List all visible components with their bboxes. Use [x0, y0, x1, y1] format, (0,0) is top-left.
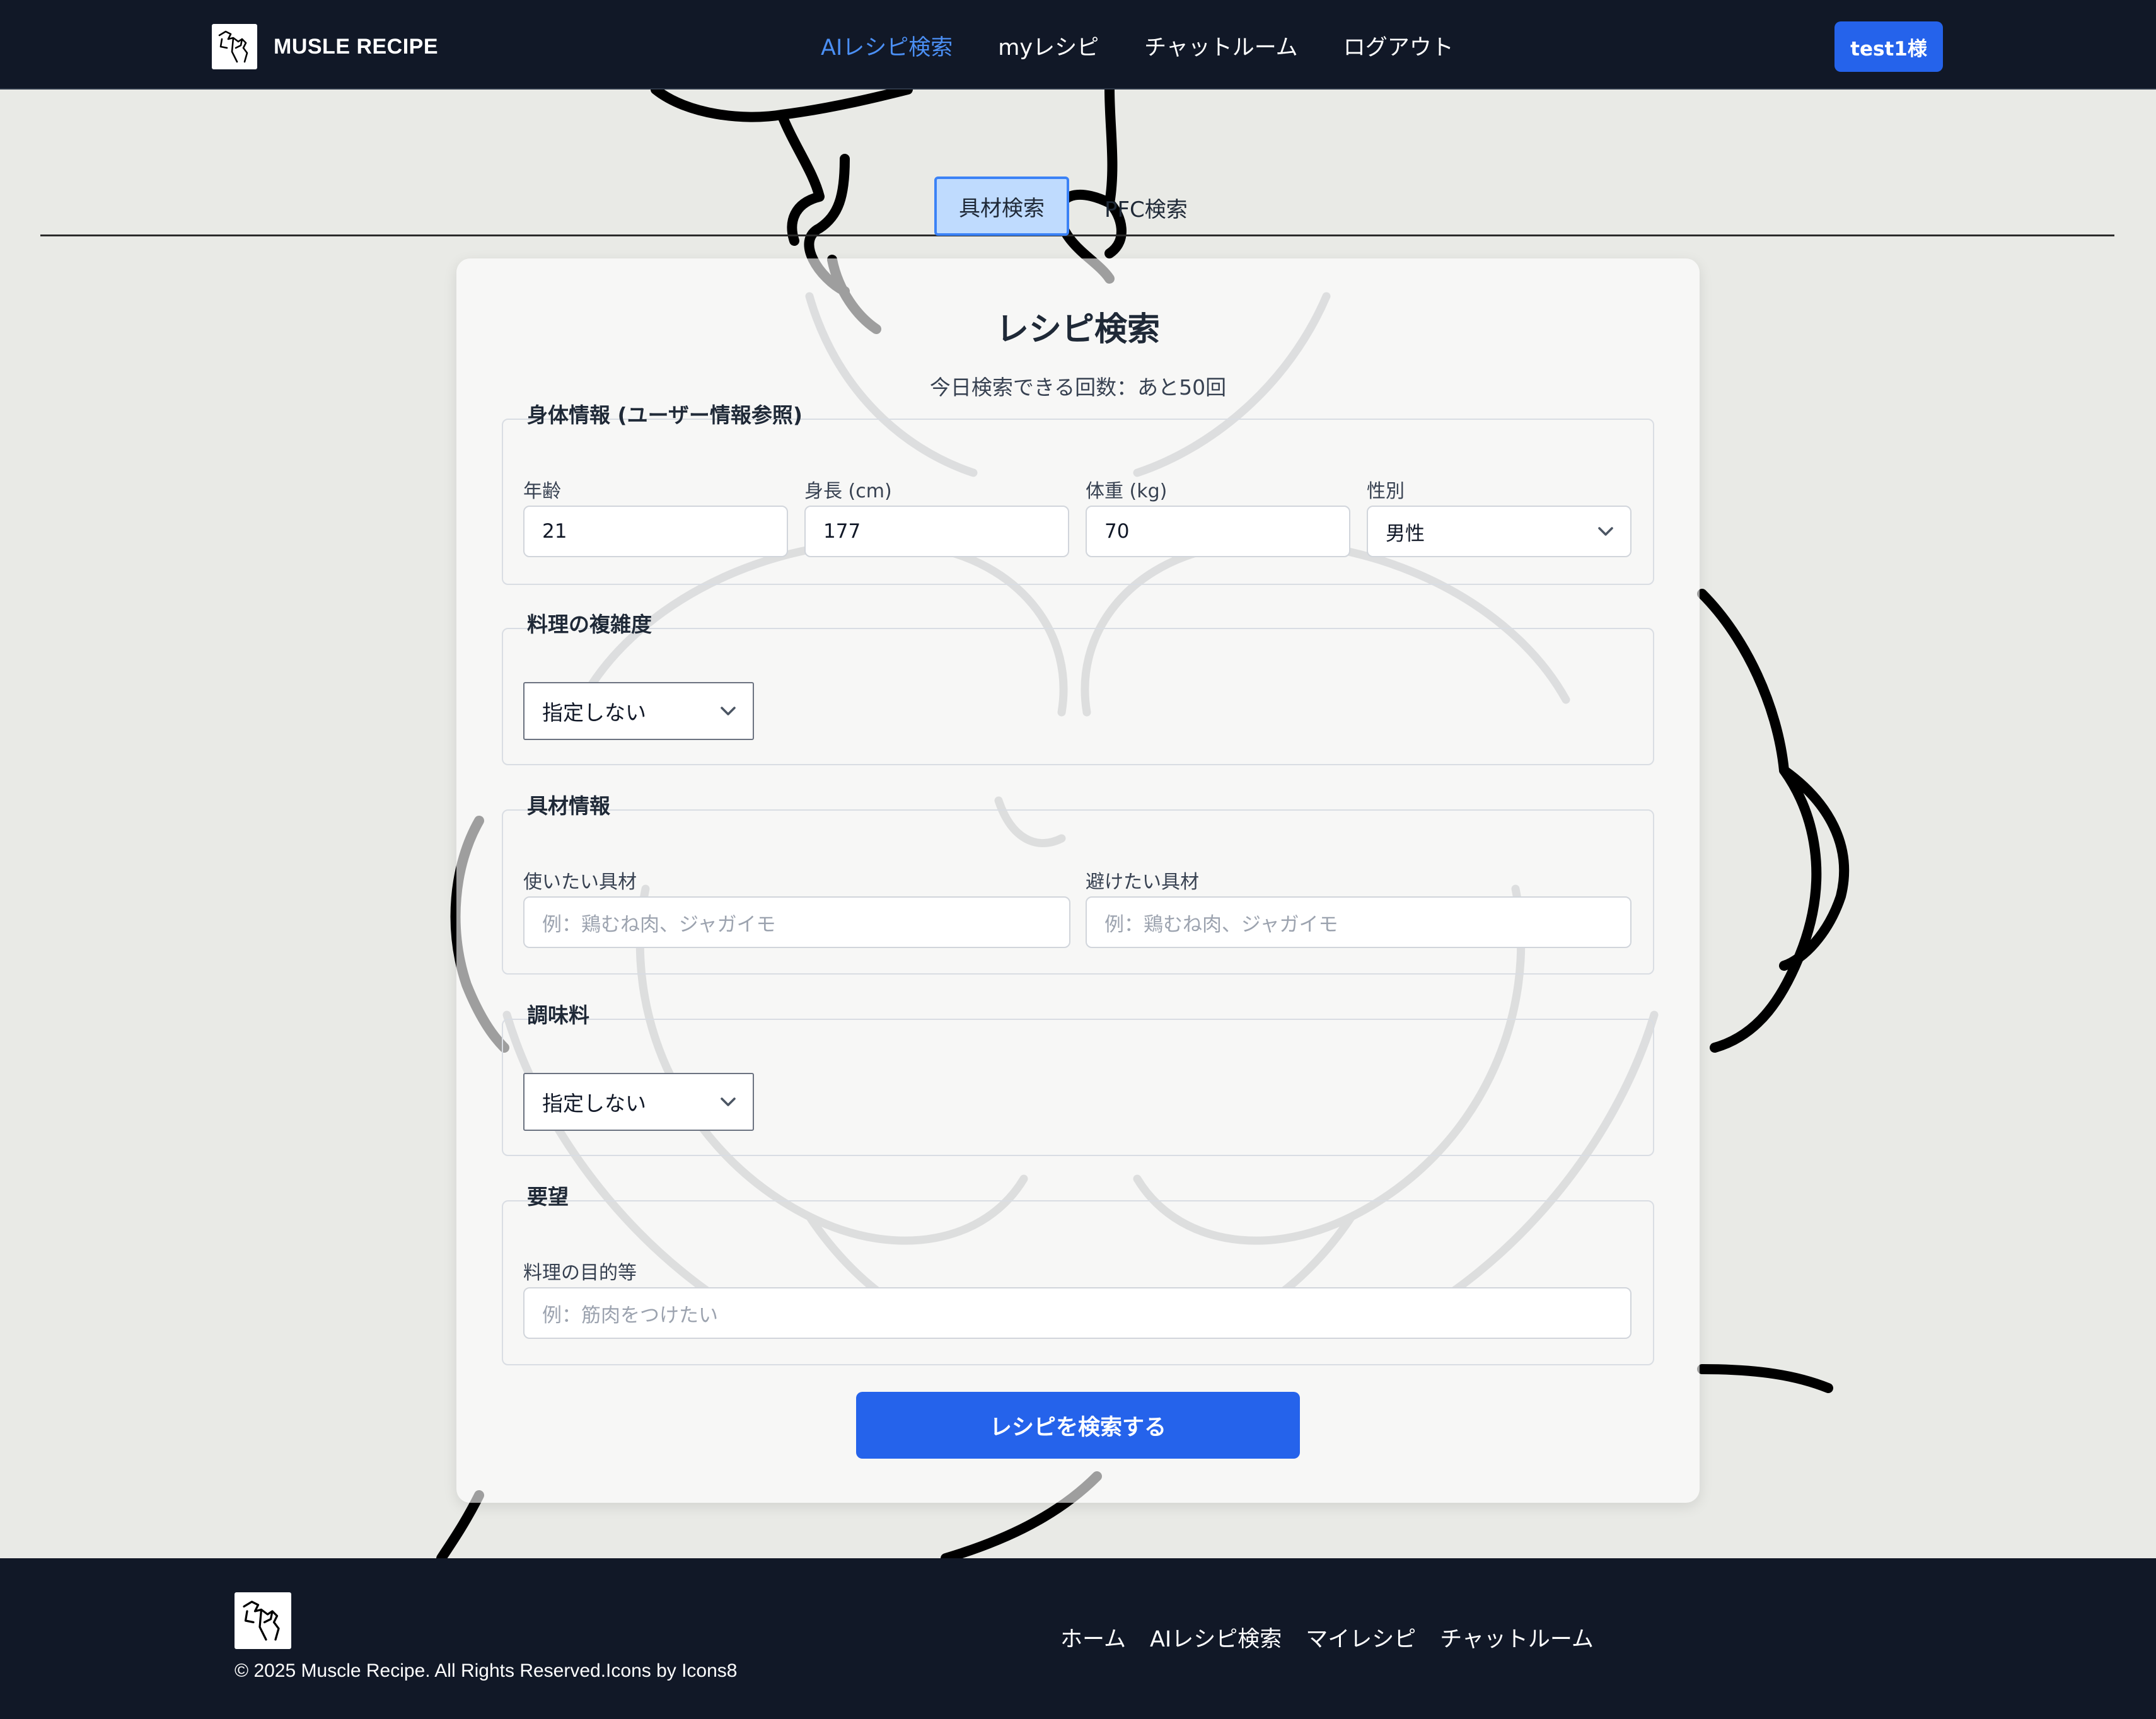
- complexity-select[interactable]: 指定しない: [523, 682, 754, 740]
- weight-label: 体重 (kg): [1086, 480, 1168, 502]
- seasoning-section: 調味料 指定しない: [502, 1003, 1654, 1156]
- remaining-searches: 今日検索できる回数：あと50回: [929, 375, 1227, 400]
- seasoning-select[interactable]: 指定しない: [523, 1073, 754, 1131]
- search-recipe-button[interactable]: レシピを検索する: [856, 1392, 1300, 1459]
- main-nav: AIレシピ検索 myレシピ チャットルーム ログアウト: [821, 28, 1499, 63]
- avoid-ingredients-input[interactable]: 例：鶏むね肉、ジャガイモ: [1086, 896, 1631, 948]
- footer-link-my-recipe[interactable]: マイレシピ: [1306, 1621, 1416, 1653]
- avoid-ingredients-label: 避けたい具材: [1086, 871, 1199, 893]
- purpose-label: 料理の目的等: [523, 1262, 637, 1284]
- height-label: 身長 (cm): [804, 480, 892, 502]
- card-title: レシピ検索: [995, 311, 1160, 349]
- gender-select[interactable]: 男性: [1367, 506, 1631, 557]
- ingredients-section: 具材情報 使いたい具材 例：鶏むね肉、ジャガイモ 避けたい具材 例：鶏むね肉、ジ…: [502, 794, 1654, 975]
- muscle-logo-icon: [212, 24, 257, 69]
- nav-my-recipe[interactable]: myレシピ: [998, 30, 1099, 62]
- copyright-text: © 2025 Muscle Recipe. All Rights Reserve…: [235, 1660, 738, 1681]
- nav-logout[interactable]: ログアウト: [1343, 30, 1454, 62]
- tabs-divider: [40, 234, 2114, 236]
- ingredients-legend: 具材情報: [527, 794, 610, 818]
- tab-pfc-search[interactable]: PFC検索: [1104, 185, 1188, 229]
- footer: © 2025 Muscle Recipe. All Rights Reserve…: [0, 1558, 2156, 1719]
- height-input[interactable]: 177: [804, 506, 1069, 557]
- user-button[interactable]: test1様: [1834, 21, 1943, 72]
- complexity-legend: 料理の複雑度: [527, 612, 652, 637]
- seasoning-legend: 調味料: [527, 1003, 589, 1027]
- nav-ai-recipe-search[interactable]: AIレシピ検索: [821, 30, 953, 62]
- muscle-logo-icon[interactable]: [235, 1592, 291, 1649]
- request-legend: 要望: [527, 1184, 569, 1209]
- footer-link-chat-room[interactable]: チャットルーム: [1440, 1621, 1594, 1653]
- nav-chat-room[interactable]: チャットルーム: [1144, 30, 1298, 62]
- gender-value: 男性: [1386, 522, 1425, 545]
- request-section: 要望 料理の目的等 例：筋肉をつけたい: [502, 1184, 1654, 1365]
- purpose-input[interactable]: 例：筋肉をつけたい: [523, 1287, 1631, 1339]
- age-label: 年齢: [523, 480, 561, 502]
- chevron-down-icon: [1598, 527, 1613, 536]
- use-ingredients-label: 使いたい具材: [523, 871, 637, 893]
- chevron-down-icon: [721, 1097, 736, 1106]
- seasoning-value: 指定しない: [542, 1091, 646, 1116]
- tab-ingredient-search[interactable]: 具材検索: [934, 177, 1069, 236]
- recipe-search-card: レシピ検索 今日検索できる回数：あと50回 身体情報 (ユーザー情報参照) 年齢…: [456, 258, 1700, 1503]
- complexity-value: 指定しない: [542, 700, 646, 725]
- gender-label: 性別: [1367, 480, 1405, 502]
- complexity-section: 料理の複雑度 指定しない: [502, 612, 1654, 765]
- footer-nav: ホーム AIレシピ検索 マイレシピ チャットルーム: [1060, 1621, 1618, 1653]
- chevron-down-icon: [721, 707, 736, 715]
- use-ingredients-input[interactable]: 例：鶏むね肉、ジャガイモ: [523, 896, 1070, 948]
- footer-link-home[interactable]: ホーム: [1060, 1621, 1126, 1653]
- brand[interactable]: MUSLE RECIPE: [212, 24, 438, 69]
- body-info-section: 身体情報 (ユーザー情報参照) 年齢 21 身長 (cm) 177 体重 (kg…: [502, 403, 1654, 585]
- body-info-legend: 身体情報 (ユーザー情報参照): [527, 403, 803, 427]
- footer-link-ai-recipe-search[interactable]: AIレシピ検索: [1150, 1621, 1282, 1653]
- age-input[interactable]: 21: [523, 506, 788, 557]
- weight-input[interactable]: 70: [1086, 506, 1350, 557]
- brand-name: MUSLE RECIPE: [274, 34, 439, 59]
- top-navbar: MUSLE RECIPE AIレシピ検索 myレシピ チャットルーム ログアウト…: [0, 0, 2156, 90]
